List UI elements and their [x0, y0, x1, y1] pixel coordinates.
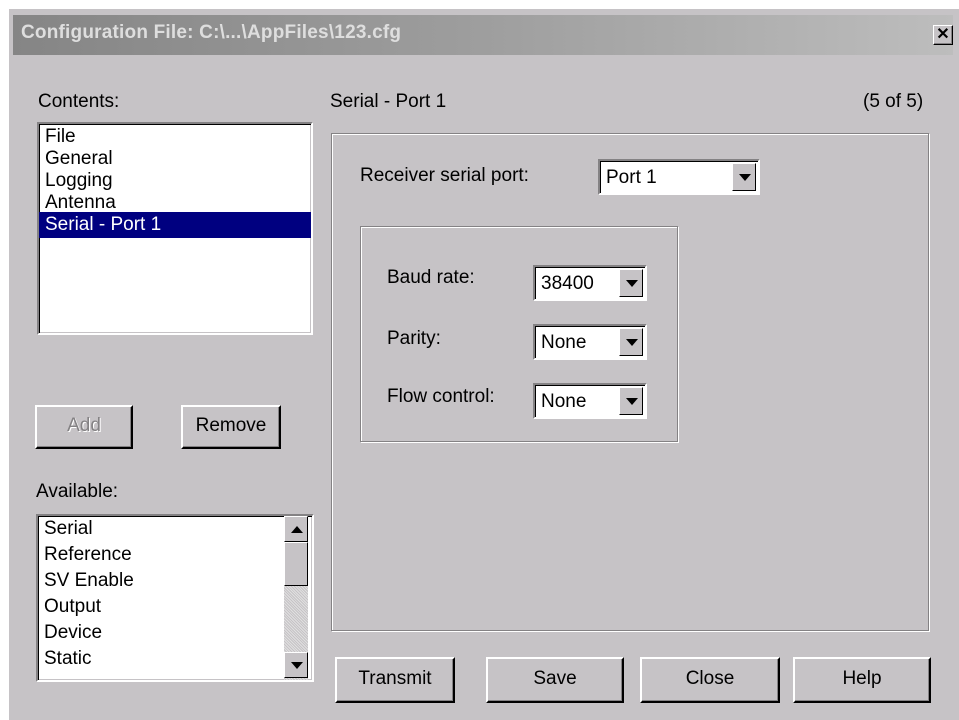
scroll-thumb[interactable]	[284, 542, 308, 586]
settings-panel: Receiver serial port: Port 1 Baud rate: …	[331, 133, 929, 631]
scroll-up-icon[interactable]	[284, 516, 308, 542]
flow-control-label: Flow control:	[387, 386, 495, 407]
parity-label: Parity:	[387, 328, 441, 349]
available-label: Available:	[36, 481, 119, 502]
parity-value: None	[541, 332, 587, 353]
chevron-down-icon[interactable]	[619, 387, 643, 415]
parity-select[interactable]: None	[533, 324, 647, 360]
title-bar[interactable]: Configuration File: C:\...\AppFiles\123.…	[13, 15, 953, 55]
list-item[interactable]: Static	[38, 646, 278, 672]
remove-button[interactable]: Remove	[181, 405, 281, 449]
chevron-down-icon[interactable]	[732, 163, 756, 191]
flow-control-select[interactable]: None	[533, 383, 647, 419]
receiver-port-select[interactable]: Port 1	[598, 159, 760, 195]
window-title: Configuration File: C:\...\AppFiles\123.…	[21, 22, 402, 43]
chevron-down-icon[interactable]	[619, 269, 643, 297]
list-item[interactable]: SV Enable	[38, 568, 278, 594]
baud-rate-label: Baud rate:	[387, 267, 475, 288]
vertical-scrollbar[interactable]	[284, 516, 308, 680]
baud-rate-value: 38400	[541, 273, 594, 294]
list-item[interactable]: Reference	[38, 542, 278, 568]
contents-list[interactable]: File General Logging Antenna Serial - Po…	[37, 122, 313, 335]
baud-rate-select[interactable]: 38400	[533, 265, 647, 301]
close-icon[interactable]: ✕	[933, 25, 953, 45]
panel-title: Serial - Port 1	[330, 91, 447, 112]
help-button[interactable]: Help	[793, 657, 931, 703]
save-button[interactable]: Save	[486, 657, 624, 703]
close-button[interactable]: Close	[640, 657, 780, 703]
config-dialog: Configuration File: C:\...\AppFiles\123.…	[8, 8, 959, 720]
receiver-port-label: Receiver serial port:	[360, 165, 529, 186]
contents-label: Contents:	[38, 91, 120, 112]
chevron-down-icon[interactable]	[619, 328, 643, 356]
available-list[interactable]: Serial Reference SV Enable Output Device…	[36, 514, 314, 682]
list-item[interactable]: Device	[38, 620, 278, 646]
flow-control-value: None	[541, 391, 587, 412]
list-item[interactable]: Output	[38, 594, 278, 620]
add-button[interactable]: Add	[35, 405, 133, 449]
list-item-selected[interactable]: Serial - Port 1	[39, 212, 311, 238]
list-item[interactable]: Serial	[38, 516, 278, 542]
serial-settings-group: Baud rate: 38400 Parity: None Flow contr…	[360, 226, 678, 442]
scroll-down-icon[interactable]	[284, 652, 308, 678]
receiver-port-value: Port 1	[606, 167, 657, 188]
transmit-button[interactable]: Transmit	[335, 657, 455, 703]
page-indicator: (5 of 5)	[863, 91, 924, 112]
